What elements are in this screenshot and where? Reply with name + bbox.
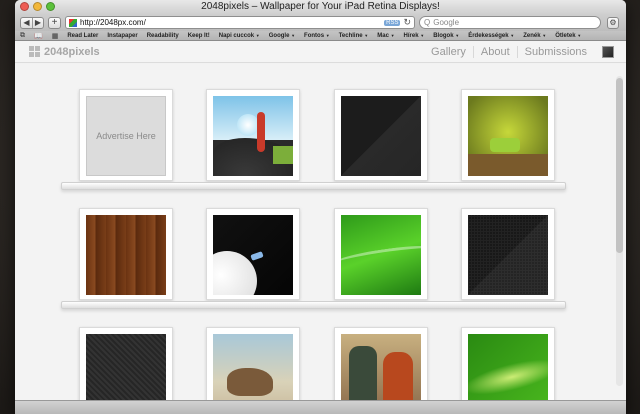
bookmark-label: Techline (338, 32, 363, 39)
theme-toggle-icon[interactable] (602, 45, 614, 58)
site-favicon-icon (69, 18, 77, 27)
wallpaper-thumbnail (468, 215, 548, 295)
chevron-down-icon: ▼ (455, 32, 460, 38)
bookmark-folder-zenek[interactable]: Zenék ▼ (523, 33, 546, 39)
back-forward-buttons: ◀ ▶ (20, 16, 44, 29)
chevron-down-icon: ▼ (255, 32, 260, 38)
bookmark-folder-fontos[interactable]: Fontos ▼ (304, 33, 330, 39)
title-bar: 2048pixels – Wallpaper for Your iPad Ret… (15, 0, 626, 14)
advertise-tile[interactable]: Advertise Here (79, 89, 173, 181)
chevron-down-icon: ▼ (420, 32, 425, 38)
vertical-scrollbar[interactable] (616, 76, 623, 386)
wallpaper-robot-mountain[interactable] (206, 89, 300, 181)
wallpaper-thumbnail (213, 215, 293, 295)
wallpaper-space-moon[interactable] (206, 208, 300, 300)
logo-grid-icon (29, 46, 40, 57)
chevron-down-icon: ▼ (542, 32, 547, 38)
bookmarks-bar: ⧉ 📖 ▦ Read Later Instapaper Readability … (15, 31, 626, 41)
chevron-down-icon: ▼ (364, 32, 369, 38)
wallpaper-thumbnail (341, 215, 421, 295)
shelf-2 (61, 301, 566, 309)
chevron-down-icon: ▼ (577, 32, 582, 38)
advertise-placeholder: Advertise Here (86, 96, 166, 176)
chevron-down-icon: ▼ (510, 32, 515, 38)
reading-list-icon[interactable]: ⧉ (20, 32, 25, 40)
minimize-window-button[interactable] (33, 2, 42, 11)
bookmark-read-later[interactable]: Read Later (67, 33, 98, 39)
site-nav: Gallery About Submissions (424, 45, 614, 58)
bookmark-readability[interactable]: Readability (147, 33, 179, 39)
wallpaper-dark-mesh[interactable] (461, 208, 555, 300)
rss-icon[interactable]: RSS (384, 19, 401, 26)
site-logo[interactable]: 2048pixels (29, 46, 100, 58)
bookmark-folder-napi-cuccok[interactable]: Napi cuccok ▼ (219, 33, 260, 39)
shelf-1 (61, 182, 566, 190)
bookmark-folder-mac[interactable]: Mac ▼ (377, 33, 394, 39)
bookmark-folder-otletek[interactable]: Ötletek ▼ (555, 33, 581, 39)
bookmark-keep-it[interactable]: Keep It! (188, 33, 210, 39)
gear-icon[interactable]: ⚙ (607, 16, 619, 29)
wallpaper-thumbnail (213, 96, 293, 176)
bookmark-label: Érdekességek (468, 32, 509, 39)
wallpaper-thumbnail (468, 96, 548, 176)
add-bookmark-button[interactable]: + (48, 16, 61, 29)
bookmark-label: Napi cuccok (218, 32, 255, 39)
bookmark-folder-google[interactable]: Google ▼ (269, 33, 295, 39)
nav-submissions[interactable]: Submissions (516, 45, 594, 58)
bookmark-folder-techline[interactable]: Techline ▼ (339, 33, 369, 39)
wallpaper-green-wave[interactable] (334, 208, 428, 300)
url-text: http://2048px.com/ (80, 18, 146, 27)
wallpaper-painting-figures[interactable] (334, 327, 428, 400)
site-header: 2048pixels Gallery About Submissions (15, 41, 626, 63)
wallpaper-thumbnail (341, 96, 421, 176)
search-field[interactable]: Q Google (419, 16, 601, 29)
wallpaper-carbon-diagonal[interactable] (79, 327, 173, 400)
wallpaper-thumbnail (213, 334, 293, 400)
advertise-label: Advertise Here (96, 131, 156, 141)
forward-button[interactable]: ▶ (32, 17, 43, 28)
chevron-down-icon: ▼ (390, 32, 395, 38)
gallery-area: Advertise Here (15, 64, 626, 400)
scrollbar-thumb[interactable] (616, 78, 623, 253)
bookmark-label: Hírek (403, 32, 419, 39)
chevron-down-icon: ▼ (325, 32, 330, 38)
bookmarks-book-icon[interactable]: 📖 (34, 32, 43, 40)
top-sites-icon[interactable]: ▦ (52, 32, 59, 40)
wallpaper-wood-planks[interactable] (79, 208, 173, 300)
wallpaper-thumbnail (86, 334, 166, 400)
chevron-down-icon: ▼ (291, 32, 296, 38)
site-logo-text: 2048pixels (44, 45, 100, 58)
bookmark-label: Google (268, 32, 290, 39)
wallpaper-thumbnail (341, 334, 421, 400)
close-window-button[interactable] (20, 2, 29, 11)
wallpaper-green-room[interactable] (461, 89, 555, 181)
nav-about[interactable]: About (472, 45, 517, 58)
status-bar (15, 400, 626, 414)
zoom-window-button[interactable] (46, 2, 55, 11)
browser-toolbar: ◀ ▶ + http://2048px.com/ RSS ↻ Q Google … (15, 14, 626, 31)
bookmark-label: Fontos (304, 32, 325, 39)
window-title: 2048pixels – Wallpaper for Your iPad Ret… (201, 1, 440, 12)
bookmark-folder-blogok[interactable]: Blogok ▼ (433, 33, 459, 39)
bookmark-label: Blogok (433, 32, 454, 39)
bookmark-folder-hirek[interactable]: Hírek ▼ (404, 33, 425, 39)
bookmark-folder-erdekessegek[interactable]: Érdekességek ▼ (468, 33, 514, 39)
bookmark-instapaper[interactable]: Instapaper (107, 33, 137, 39)
wallpaper-thumbnail (86, 215, 166, 295)
wallpaper-dark-diagonal[interactable] (334, 89, 428, 181)
nav-gallery[interactable]: Gallery (424, 46, 473, 58)
bookmark-label: Mac (377, 32, 389, 39)
window-controls (20, 2, 55, 11)
back-button[interactable]: ◀ (21, 18, 32, 28)
browser-window: 2048pixels – Wallpaper for Your iPad Ret… (15, 0, 626, 414)
bookmark-label: Zenék (523, 32, 541, 39)
wallpaper-thumbnail (468, 334, 548, 400)
search-icon: Q (424, 18, 431, 27)
address-bar[interactable]: http://2048px.com/ RSS ↻ (65, 16, 415, 29)
wallpaper-green-sparkle[interactable] (461, 327, 555, 400)
search-placeholder: Google (433, 18, 460, 27)
wallpaper-watercolor-horse[interactable] (206, 327, 300, 400)
reload-icon[interactable]: ↻ (403, 17, 411, 28)
bookmark-label: Ötletek (555, 32, 576, 39)
